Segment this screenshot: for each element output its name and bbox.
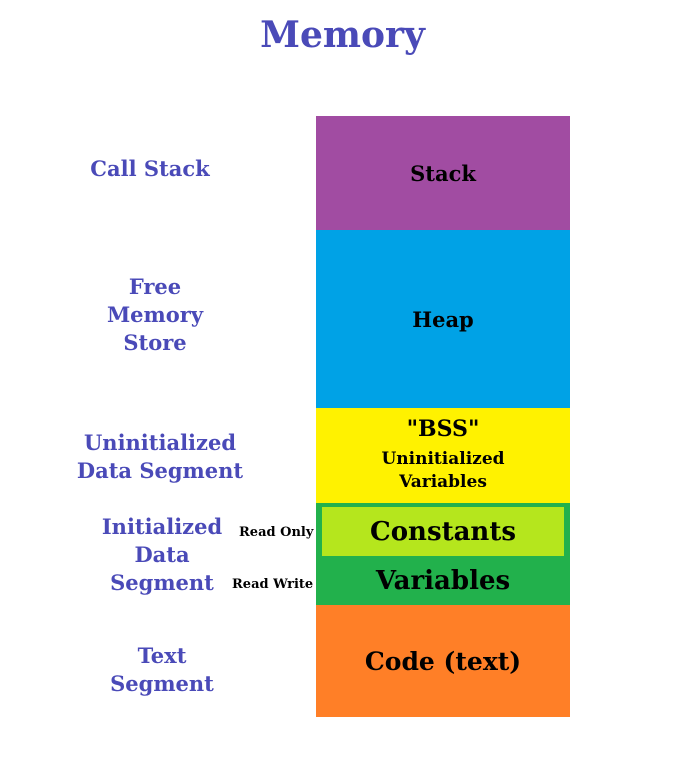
block-bss-sublabel: Uninitialized Variables [381,448,504,494]
label-line: Store [123,330,187,355]
block-code-text: Code (text) [316,605,570,717]
block-constants-label: Constants [370,516,516,547]
block-bss: "BSS" Uninitialized Variables [316,408,570,503]
block-bss-sub-line: Uninitialized [381,449,505,469]
label-line: Data Segment [76,458,244,483]
block-initialized-data: Constants Variables [316,503,570,605]
note-read-only: Read Only [239,525,314,540]
block-constants: Constants [322,507,564,556]
label-uninitialized-data-segment: Uninitialized Data Segment [75,429,245,485]
block-stack-label: Stack [410,160,476,186]
label-free-memory-store: Free Memory Store [85,273,225,357]
label-line: Free [128,274,182,299]
label-line: Data [134,542,190,567]
block-code-text-label: Code (text) [364,646,522,676]
block-bss-label: "BSS" [406,416,480,442]
block-variables-label: Variables [375,566,511,596]
block-heap-label: Heap [412,306,474,332]
diagram-title: Memory [260,14,425,56]
label-line: Initialized [101,514,223,539]
block-heap: Heap [316,230,570,408]
label-call-stack: Call Stack [90,156,210,181]
label-line: Uninitialized [83,430,236,455]
label-line: Segment [110,671,214,696]
block-variables: Variables [316,559,570,603]
label-line: Segment [110,570,214,595]
label-line: Memory [106,302,204,327]
note-read-write: Read Write [232,577,314,592]
block-stack: Stack [316,116,570,230]
block-bss-sub-line: Variables [399,472,487,492]
label-text-segment: Text Segment [92,642,232,698]
label-initialized-data-segment: Initialized Data Segment [92,513,232,597]
label-line: Text [137,643,187,668]
